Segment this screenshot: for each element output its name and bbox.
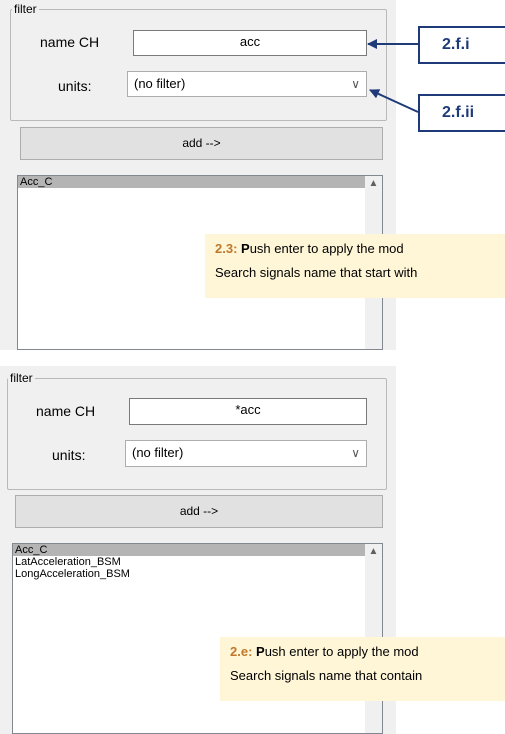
units-select[interactable]: (no filter) ∨ [125, 440, 367, 467]
list-item[interactable]: Acc_C [18, 176, 382, 188]
note-line-1: 2.e: Push enter to apply the mod [230, 643, 505, 667]
signal-list-items: Acc_C LatAcceleration_BSM LongAcceleration… [13, 544, 382, 580]
callout-2-f-i: 2.f.i [418, 26, 505, 64]
units-selected-value: (no filter) [132, 445, 184, 460]
note-box-2: 2.e: Push enter to apply the mod Search … [220, 637, 505, 701]
note-first-letter: P [256, 644, 265, 659]
note-first-letter: P [241, 241, 250, 256]
note-line-1: 2.3: Push enter to apply the mod [215, 240, 505, 264]
list-item[interactable]: LongAcceleration_BSM [13, 568, 382, 580]
list-item[interactable]: Acc_C [13, 544, 382, 556]
scroll-up-arrow-icon[interactable]: ▲ [365, 178, 382, 189]
note-step: 2.3: [215, 241, 238, 256]
note-box-1: 2.3: Push enter to apply the mod Search … [205, 234, 505, 298]
note-step: 2.e: [230, 644, 253, 659]
signal-list-items: Acc_C [18, 176, 382, 188]
filter-group [7, 378, 387, 490]
filter-legend: filter [8, 371, 35, 385]
scroll-up-arrow-icon[interactable]: ▲ [365, 546, 382, 557]
list-item[interactable]: LatAcceleration_BSM [13, 556, 382, 568]
name-ch-label: name CH [36, 403, 96, 419]
name-ch-value: *acc [235, 402, 261, 417]
note-line-2: Search signals name that contain [230, 668, 423, 683]
note-line-2: Search signals name that start with [215, 265, 418, 280]
callout-2-f-ii: 2.f.ii [418, 94, 505, 132]
name-ch-input[interactable]: *acc [129, 398, 367, 425]
add-button[interactable]: add --> [20, 127, 383, 160]
add-button[interactable]: add --> [15, 495, 383, 528]
units-label: units: [52, 447, 86, 463]
chevron-down-icon[interactable]: ∨ [351, 441, 360, 465]
note-line-1-rest: ush enter to apply the mod [249, 241, 404, 256]
note-line-1-rest: ush enter to apply the mod [264, 644, 419, 659]
